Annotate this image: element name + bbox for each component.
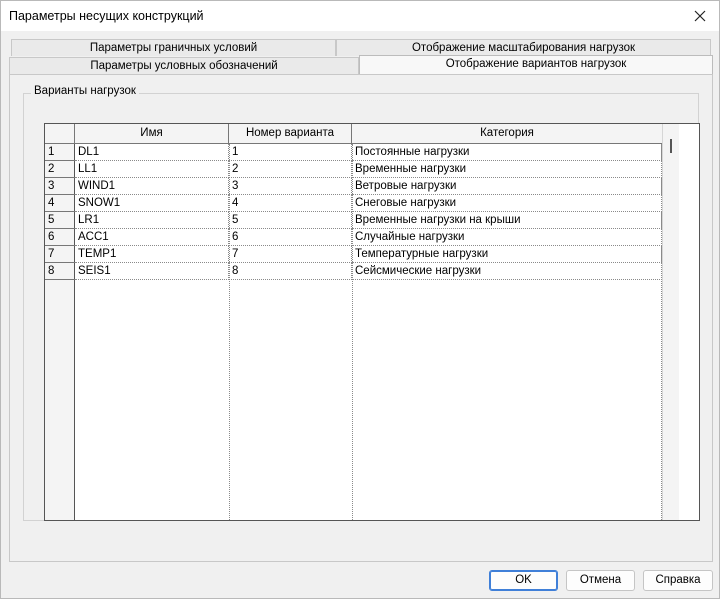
- column-header-name[interactable]: Имя: [75, 124, 229, 144]
- row-number[interactable]: 8: [45, 263, 75, 280]
- group-label: Варианты нагрузок: [31, 85, 139, 97]
- cell-category[interactable]: Ветровые нагрузки: [352, 178, 662, 195]
- cell-case-number[interactable]: 1: [229, 144, 352, 161]
- cell-case-number[interactable]: 3: [229, 178, 352, 195]
- row-number[interactable]: 7: [45, 246, 75, 263]
- cell-case-number[interactable]: 6: [229, 229, 352, 246]
- cell-case-number[interactable]: 7: [229, 246, 352, 263]
- tab-label: Отображение вариантов нагрузок: [445, 58, 627, 70]
- dialog-window: Параметры несущих конструкций Параметры …: [0, 0, 720, 599]
- cell-category[interactable]: Временные нагрузки: [352, 161, 662, 178]
- cell-category[interactable]: Временные нагрузки на крыши: [352, 212, 662, 229]
- cell-name[interactable]: WIND1: [75, 178, 229, 195]
- row-number[interactable]: 2: [45, 161, 75, 178]
- table-row[interactable]: 3 WIND1 3 Ветровые нагрузки: [45, 178, 662, 195]
- cell-case-number[interactable]: 8: [229, 263, 352, 280]
- tab-label: Отображение масштабирования нагрузок: [411, 42, 636, 54]
- table-row[interactable]: 8 SEIS1 8 Сейсмические нагрузки: [45, 263, 662, 280]
- cell-name[interactable]: TEMP1: [75, 246, 229, 263]
- cell-name[interactable]: SEIS1: [75, 263, 229, 280]
- table-row[interactable]: 5 LR1 5 Временные нагрузки на крыши: [45, 212, 662, 229]
- cell-case-number[interactable]: 2: [229, 161, 352, 178]
- row-number[interactable]: 3: [45, 178, 75, 195]
- cell-name[interactable]: LR1: [75, 212, 229, 229]
- tab-load-cases-display[interactable]: Отображение вариантов нагрузок: [359, 55, 713, 75]
- column-header-case-number[interactable]: Номер варианта: [229, 124, 352, 144]
- table-row[interactable]: 2 LL1 2 Временные нагрузки: [45, 161, 662, 178]
- title-bar: Параметры несущих конструкций: [1, 1, 719, 31]
- cell-case-number[interactable]: 4: [229, 195, 352, 212]
- cancel-button[interactable]: Отмена: [566, 570, 635, 591]
- tab-label: Параметры условных обозначений: [90, 60, 278, 72]
- row-number[interactable]: 5: [45, 212, 75, 229]
- cell-name[interactable]: ACC1: [75, 229, 229, 246]
- table-row[interactable]: 7 TEMP1 7 Температурные нагрузки: [45, 246, 662, 263]
- load-cases-table[interactable]: Имя Номер варианта Категория 1 DL1 1 Постоя…: [44, 123, 700, 521]
- cell-category[interactable]: Снеговые нагрузки: [352, 195, 662, 212]
- window-title: Параметры несущих конструкций: [9, 9, 204, 23]
- close-icon: [694, 10, 706, 22]
- tab-strip: Параметры граничных условий Отображение …: [9, 39, 713, 75]
- load-cases-group: Варианты нагрузок Имя Номер варианта Кат…: [23, 85, 700, 521]
- cell-case-number[interactable]: 5: [229, 212, 352, 229]
- table-header: Имя Номер варианта Категория: [45, 124, 662, 144]
- cell-category[interactable]: Случайные нагрузки: [352, 229, 662, 246]
- tab-symbol-parameters[interactable]: Параметры условных обозначений: [9, 57, 359, 74]
- tab-load-scaling-display[interactable]: Отображение масштабирования нагрузок: [336, 39, 711, 56]
- tab-boundary-conditions[interactable]: Параметры граничных условий: [11, 39, 336, 56]
- cell-category[interactable]: Температурные нагрузки: [352, 246, 662, 263]
- table-row[interactable]: 4 SNOW1 4 Снеговые нагрузки: [45, 195, 662, 212]
- corner-cell: [45, 124, 75, 144]
- help-button[interactable]: Справка: [643, 570, 713, 591]
- tab-label: Параметры граничных условий: [89, 42, 258, 54]
- cell-category[interactable]: Сейсмические нагрузки: [352, 263, 662, 280]
- table-row[interactable]: 1 DL1 1 Постоянные нагрузки: [45, 144, 662, 161]
- table-row[interactable]: 6 ACC1 6 Случайные нагрузки: [45, 229, 662, 246]
- row-number[interactable]: 6: [45, 229, 75, 246]
- tab-panel: Варианты нагрузок Имя Номер варианта Кат…: [9, 74, 713, 562]
- cell-category[interactable]: Постоянные нагрузки: [352, 144, 662, 161]
- scrollbar-thumb[interactable]: [670, 139, 672, 153]
- cell-name[interactable]: SNOW1: [75, 195, 229, 212]
- close-button[interactable]: [691, 7, 709, 25]
- column-header-category[interactable]: Категория: [352, 124, 662, 144]
- row-number[interactable]: 1: [45, 144, 75, 161]
- cell-name[interactable]: DL1: [75, 144, 229, 161]
- vertical-scrollbar[interactable]: [662, 124, 679, 520]
- row-number[interactable]: 4: [45, 195, 75, 212]
- ok-button[interactable]: OK: [489, 570, 558, 591]
- cell-name[interactable]: LL1: [75, 161, 229, 178]
